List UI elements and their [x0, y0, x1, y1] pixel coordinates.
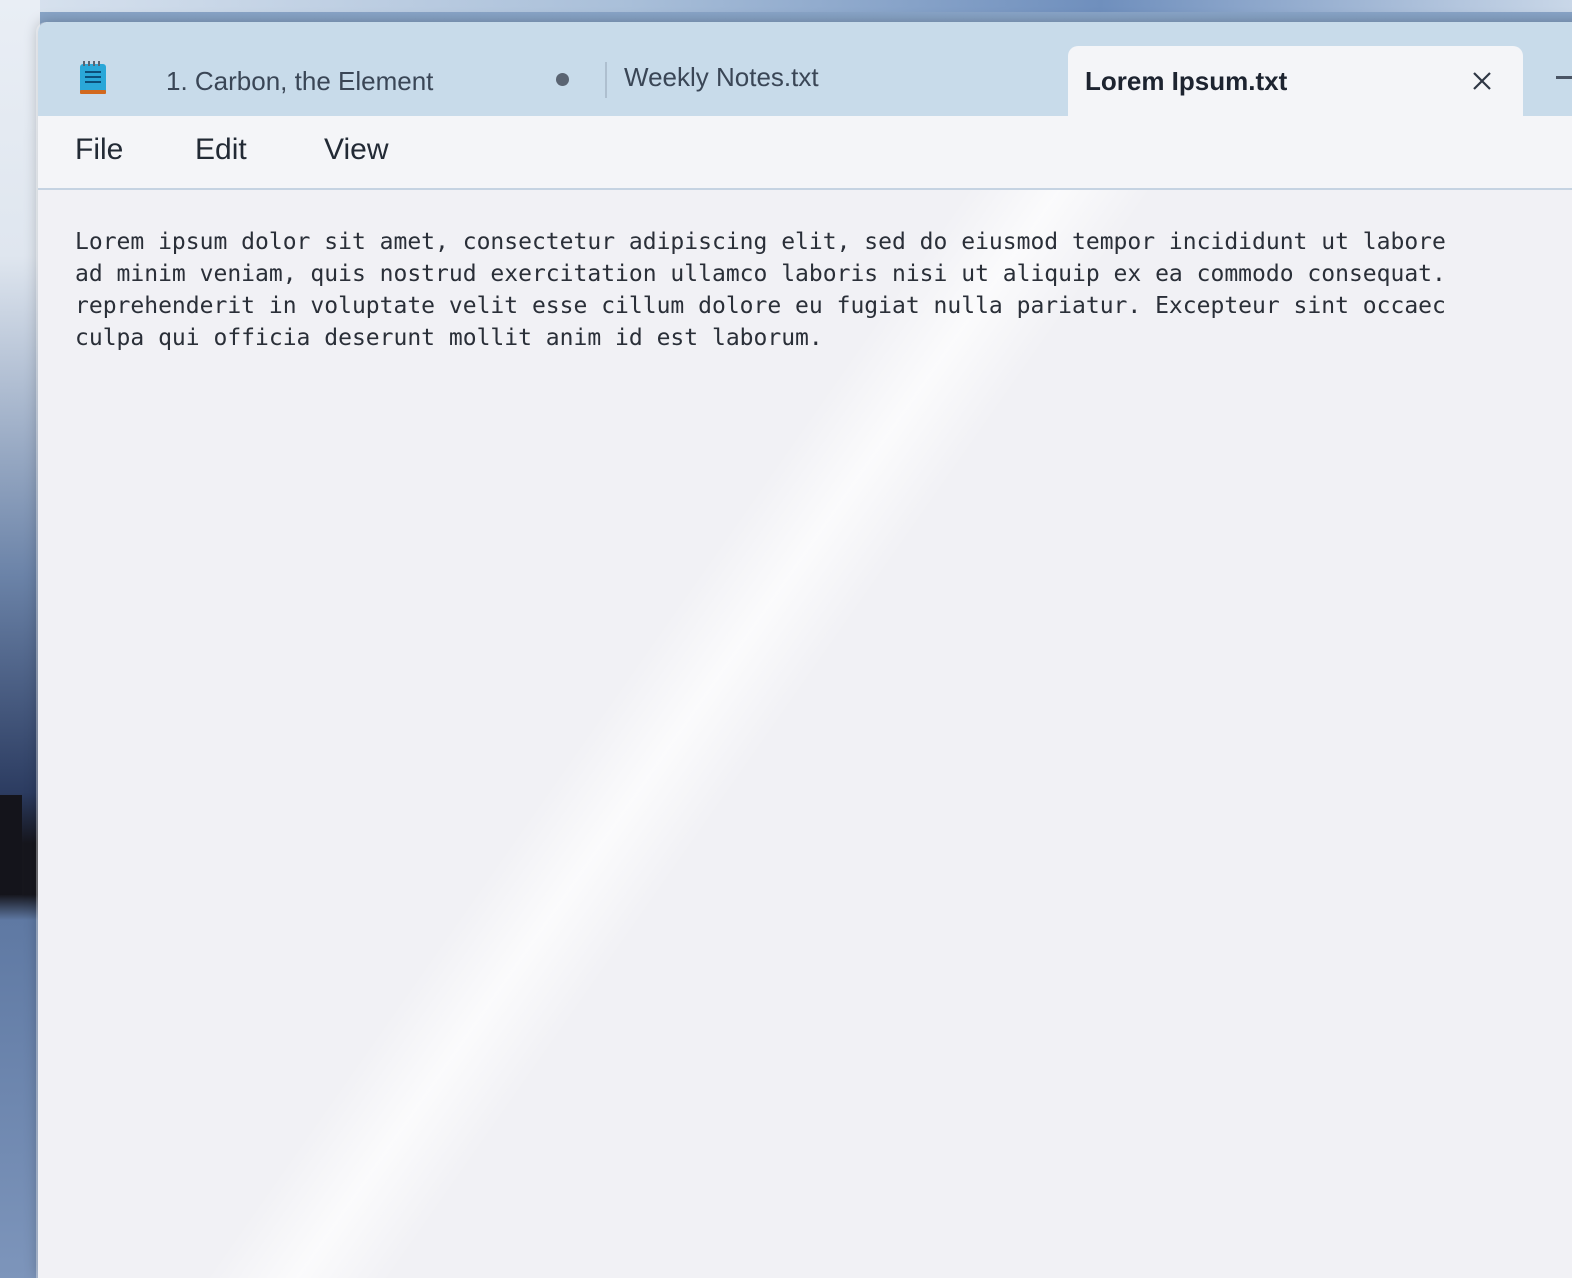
menu-bar: File Edit View: [38, 116, 1572, 190]
editor-content[interactable]: Lorem ipsum dolor sit amet, consectetur …: [75, 226, 1446, 354]
tab-lorem-ipsum[interactable]: Lorem Ipsum.txt: [1068, 46, 1523, 116]
new-tab-icon[interactable]: [1556, 76, 1572, 79]
menu-view[interactable]: View: [324, 133, 388, 167]
editor-line: reprehenderit in voluptate velit esse ci…: [75, 293, 1446, 319]
close-icon[interactable]: [1467, 66, 1497, 96]
editor-line: Lorem ipsum dolor sit amet, consectetur …: [75, 229, 1446, 255]
desktop-background-left: [0, 0, 40, 1278]
unsaved-dot-icon: [556, 73, 569, 86]
notepad-icon: [78, 60, 108, 96]
desktop-background-top: [0, 0, 1572, 12]
tab-label: Lorem Ipsum.txt: [1085, 65, 1288, 96]
editor-line: culpa qui officia deserunt mollit anim i…: [75, 325, 823, 351]
tab-label: Weekly Notes.txt: [624, 61, 819, 92]
tab-weekly-notes[interactable]: Weekly Notes.txt: [606, 46, 1066, 116]
menu-edit[interactable]: Edit: [195, 133, 247, 167]
tab-carbon-the-element[interactable]: 1. Carbon, the Element: [146, 46, 606, 116]
notepad-window: 1. Carbon, the Element Weekly Notes.txt …: [38, 22, 1572, 1278]
menu-file[interactable]: File: [75, 133, 123, 167]
tab-label: 1. Carbon, the Element: [166, 65, 434, 96]
tab-bar: 1. Carbon, the Element Weekly Notes.txt …: [38, 22, 1572, 116]
text-editor[interactable]: Lorem ipsum dolor sit amet, consectetur …: [38, 190, 1572, 1278]
editor-line: ad minim veniam, quis nostrud exercitati…: [75, 261, 1446, 287]
background-window-edge: [0, 795, 22, 895]
